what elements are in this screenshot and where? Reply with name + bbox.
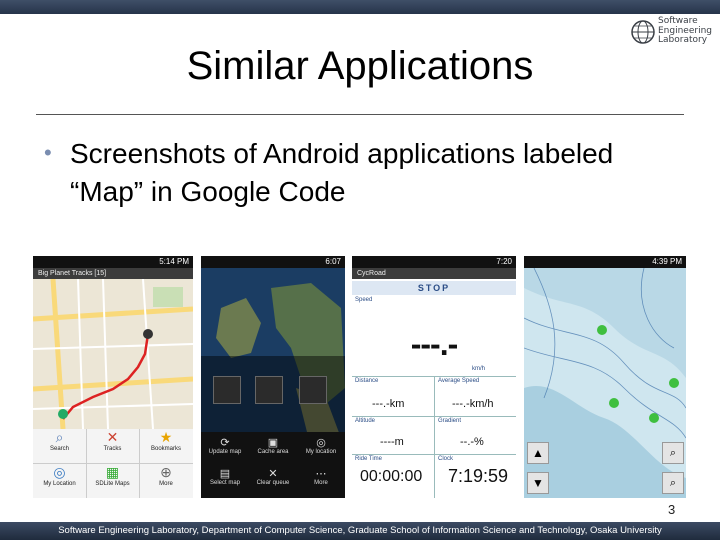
location-icon: ◎ — [316, 437, 326, 449]
fullscreen-button[interactable] — [299, 376, 327, 404]
altitude-label: Altitude — [355, 418, 376, 424]
more-icon: ⊕ — [160, 464, 172, 480]
status-bar: 5:14 PM — [33, 256, 193, 268]
location-icon: ◎ — [53, 464, 66, 480]
clear-icon: ✕ — [268, 468, 278, 480]
gradient-value: --.-% — [460, 436, 484, 448]
screenshot-satellite-map: 6:07 ⟳ Update map ▣ Cache area ◎ My locatio… — [201, 256, 345, 498]
clock-value: 7:19:59 — [448, 466, 509, 486]
app-title: CycRoad — [352, 268, 516, 279]
my-location-button[interactable]: ◎ My Location — [33, 464, 87, 498]
gradient-label: Gradient — [438, 418, 462, 424]
distance-label: Distance — [355, 378, 379, 384]
more-button[interactable]: ⋯ More — [297, 467, 345, 486]
pan-down-button[interactable]: ▼ — [527, 472, 549, 494]
stop-button[interactable]: STOP — [352, 281, 516, 295]
average-speed-label: Average Speed — [438, 378, 480, 384]
app-menu: ⌕ Search ✕ Tracks ★ Bookmarks ◎ My Locat… — [33, 429, 193, 498]
more-button[interactable]: ⊕ More — [139, 464, 193, 498]
pan-up-button[interactable]: ▲ — [527, 442, 549, 464]
speed-value: ---.- — [410, 326, 459, 362]
tracks-icon: ✕ — [106, 429, 119, 445]
globe-icon — [631, 20, 655, 44]
altitude-value: ----m — [380, 436, 404, 448]
street-map — [33, 279, 193, 429]
logo-text: Software Engineering Laboratory — [658, 16, 712, 45]
clear-queue-button[interactable]: ✕ Clear queue — [249, 467, 297, 486]
status-bar: 7:20 — [352, 256, 516, 268]
refresh-icon: ⟳ — [220, 437, 230, 449]
footer: Software Engineering Laboratory, Departm… — [0, 522, 720, 540]
map-icon: ▤ — [219, 468, 231, 480]
search-button[interactable]: ⌕ Search — [33, 429, 87, 464]
select-map-button[interactable]: ▤ Select map — [201, 467, 249, 486]
sdlite-maps-button[interactable]: ▦ SDLite Maps — [86, 464, 140, 498]
app-menu: ⟳ Update map ▣ Cache area ◎ My location ▤ Se… — [201, 432, 345, 498]
title-divider — [36, 114, 684, 115]
bullet-text: Screenshots of Android applications labe… — [70, 138, 614, 207]
zoom-out-button[interactable]: ⌕ — [662, 472, 684, 494]
zoom-in-button[interactable]: ⌕ — [662, 442, 684, 464]
zoom-in-icon: ⌕ — [669, 447, 677, 459]
cache-area-button[interactable]: ▣ Cache area — [249, 436, 297, 455]
bullet-marker: • — [44, 140, 52, 165]
bookmarks-button[interactable]: ★ Bookmarks — [139, 429, 193, 464]
update-map-button[interactable]: ⟳ Update map — [201, 436, 249, 455]
clock-label: Clock — [438, 456, 454, 462]
status-bar: 4:39 PM — [524, 256, 686, 268]
screenshot-topo-map: 4:39 PM ▲ ▼ ⌕ ⌕ — [524, 256, 686, 498]
app-title: Big Planet Tracks [15] — [33, 268, 193, 279]
my-location-button[interactable]: ◎ My location — [297, 436, 345, 455]
screenshot-cycroad: 7:20 CycRoad STOP Speed ---.- km/h Dista… — [352, 256, 516, 498]
speed-unit: km/h — [472, 366, 486, 372]
status-bar: 6:07 — [201, 256, 345, 268]
distance-value: ---.-km — [372, 398, 405, 410]
speed-label: Speed — [355, 297, 373, 303]
average-speed-value: ---.-km/h — [452, 398, 494, 410]
screenshot-big-planet-tracks: 5:14 PM Big Planet Tracks [15] ⌕ Search … — [33, 256, 193, 498]
page-number: 3 — [668, 502, 676, 517]
top-bar — [0, 0, 720, 14]
ride-time-value: 00:00:00 — [360, 468, 423, 485]
search-icon: ⌕ — [55, 429, 64, 445]
lab-logo: Software Engineering Laboratory — [630, 16, 716, 47]
more-icon: ⋯ — [315, 468, 327, 480]
compass-button[interactable] — [255, 376, 283, 404]
save-icon: ▣ — [267, 437, 279, 449]
tracks-button[interactable]: ✕ Tracks — [86, 429, 140, 464]
maps-icon: ▦ — [105, 464, 120, 480]
camera-button[interactable] — [213, 376, 241, 404]
ride-time-label: Ride Time — [355, 456, 383, 462]
star-icon: ★ — [159, 429, 173, 445]
slide-title: Similar Applications — [186, 44, 534, 88]
zoom-out-icon: ⌕ — [669, 477, 677, 489]
